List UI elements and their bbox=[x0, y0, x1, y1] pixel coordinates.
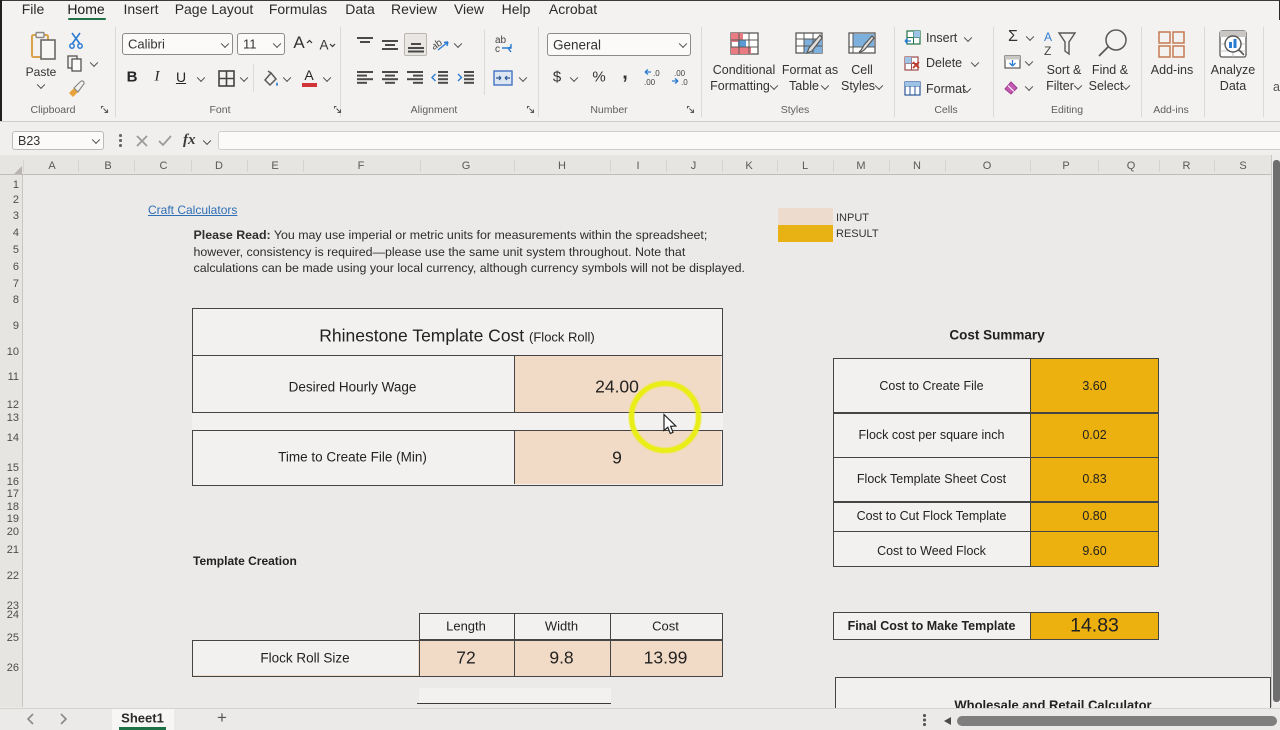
svg-text:ab: ab bbox=[433, 37, 445, 53]
svg-text:c: c bbox=[495, 44, 500, 54]
svg-text:Z: Z bbox=[1044, 44, 1051, 57]
svg-text:.0: .0 bbox=[681, 78, 688, 86]
svg-text:.00: .00 bbox=[644, 78, 656, 86]
svg-text:.0: .0 bbox=[653, 69, 660, 78]
svg-text:.00: .00 bbox=[674, 69, 686, 78]
svg-text:A: A bbox=[1044, 30, 1052, 44]
